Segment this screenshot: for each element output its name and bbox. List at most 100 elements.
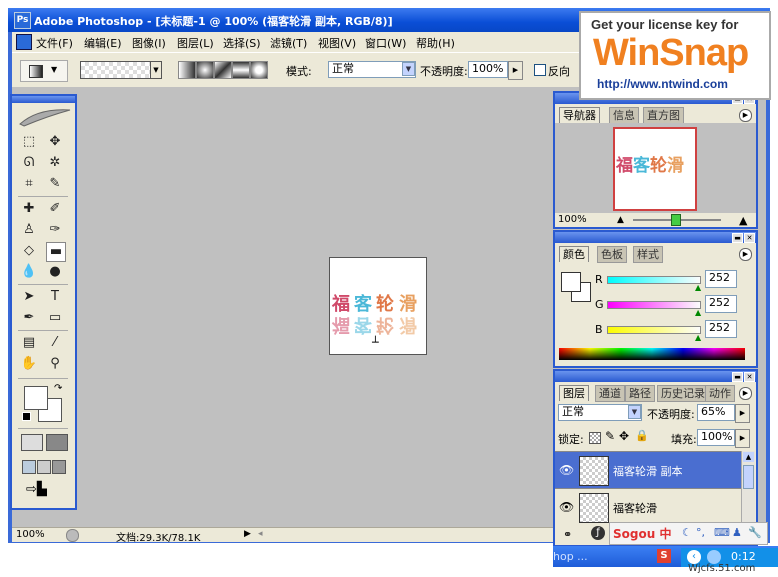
- brush-tool-icon[interactable]: ✐: [46, 200, 64, 218]
- slice-tool-icon[interactable]: ✎: [46, 175, 64, 193]
- layer-row[interactable]: 👁 福客轮滑 副本: [555, 451, 741, 488]
- tab-info[interactable]: 信息: [609, 107, 639, 124]
- wrench-icon[interactable]: 🔧: [748, 526, 762, 539]
- palette-menu-icon[interactable]: ▶: [739, 387, 752, 400]
- b-slider[interactable]: [607, 326, 701, 334]
- path-selection-tool-icon[interactable]: ➤: [20, 288, 38, 306]
- user-icon[interactable]: ♟: [732, 526, 742, 539]
- taskbar-item-photoshop[interactable]: hop ...: [553, 550, 588, 563]
- eye-icon[interactable]: 👁: [559, 463, 574, 477]
- opacity-field[interactable]: 100%: [468, 61, 508, 78]
- b-value-field[interactable]: 252: [705, 320, 737, 338]
- radial-gradient-button[interactable]: [196, 61, 214, 79]
- ime-toolbar[interactable]: Sogou 中 ☾ °, ⌨ ♟ 🔧: [609, 522, 768, 545]
- moon-icon[interactable]: ☾: [682, 526, 692, 539]
- screen-mode-standard-button[interactable]: [22, 460, 36, 474]
- menu-filter[interactable]: 滤镜(T): [270, 35, 307, 51]
- network-icon[interactable]: [707, 550, 721, 564]
- status-arrow-icon[interactable]: ▶: [244, 529, 251, 539]
- lock-transparency-icon[interactable]: [589, 432, 601, 444]
- tab-navigator[interactable]: 导航器: [559, 107, 600, 123]
- linear-gradient-button[interactable]: [178, 61, 196, 79]
- zoom-tool-icon[interactable]: ⚲: [46, 355, 64, 373]
- chevron-down-icon[interactable]: ▼: [402, 62, 415, 76]
- palette-menu-icon[interactable]: ▶: [739, 109, 752, 122]
- photoshop-menu-icon[interactable]: [16, 34, 32, 50]
- layers-scrollbar[interactable]: ▲: [741, 451, 755, 524]
- b-slider-handle[interactable]: ▲: [695, 333, 701, 342]
- tab-swatches[interactable]: 色板: [597, 246, 627, 263]
- r-slider-handle[interactable]: ▲: [695, 283, 701, 292]
- tab-histogram[interactable]: 直方图: [643, 107, 684, 124]
- notes-tool-icon[interactable]: ▤: [20, 334, 38, 352]
- tab-actions[interactable]: 动作: [705, 385, 735, 402]
- menu-image[interactable]: 图像(I): [132, 35, 166, 51]
- menu-window[interactable]: 窗口(W): [365, 35, 406, 51]
- tab-styles[interactable]: 样式: [633, 246, 663, 263]
- r-value-field[interactable]: 252: [705, 270, 737, 288]
- tab-channels[interactable]: 通道: [595, 385, 625, 402]
- menu-help[interactable]: 帮助(H): [416, 35, 455, 51]
- document-canvas[interactable]: 福 客 轮 滑 福 客 轮 滑 ┴: [329, 257, 427, 355]
- layer-opacity-arrow[interactable]: ▶: [735, 404, 750, 423]
- lock-pixels-icon[interactable]: ✎: [605, 429, 615, 443]
- reflected-gradient-button[interactable]: [232, 61, 250, 79]
- move-tool-icon[interactable]: ✥: [46, 133, 64, 151]
- type-tool-icon[interactable]: T: [46, 288, 64, 306]
- tab-history[interactable]: 历史记录: [657, 385, 709, 402]
- layer-opacity-field[interactable]: 65%: [697, 404, 735, 421]
- eyedropper-tool-icon[interactable]: ⁄: [46, 334, 64, 352]
- menu-select[interactable]: 选择(S): [223, 35, 261, 51]
- history-brush-tool-icon[interactable]: ✑: [46, 221, 64, 239]
- menu-edit[interactable]: 编辑(E): [84, 35, 122, 51]
- zoom-level[interactable]: 100%: [16, 529, 45, 540]
- pen-tool-icon[interactable]: ✒: [20, 309, 38, 327]
- tool-preset-picker[interactable]: ▼: [20, 60, 68, 82]
- keyboard-icon[interactable]: ⌨: [714, 526, 730, 539]
- g-slider[interactable]: [607, 301, 701, 309]
- zoom-out-icon[interactable]: ▲: [617, 215, 624, 225]
- palette-menu-icon[interactable]: ▶: [739, 248, 752, 261]
- layer-style-icon[interactable]: ƒ: [591, 526, 605, 540]
- scroll-left-icon[interactable]: ◂: [258, 529, 263, 539]
- sogou-tray-icon[interactable]: S: [657, 549, 671, 563]
- foreground-color-swatch[interactable]: [24, 386, 48, 410]
- tray-collapse-icon[interactable]: ‹: [687, 550, 701, 564]
- opacity-arrow-button[interactable]: ▶: [508, 61, 523, 80]
- eye-icon[interactable]: 👁: [559, 500, 574, 514]
- gradient-picker[interactable]: ▼: [80, 61, 162, 79]
- menu-view[interactable]: 视图(V): [318, 35, 356, 51]
- diamond-gradient-button[interactable]: [250, 61, 268, 79]
- scroll-up-icon[interactable]: ▲: [743, 452, 754, 462]
- tab-color[interactable]: 颜色: [559, 246, 589, 262]
- standard-mode-button[interactable]: [21, 434, 43, 451]
- clock[interactable]: 0:12: [731, 550, 756, 563]
- r-slider[interactable]: [607, 276, 701, 284]
- menu-layer[interactable]: 图层(L): [177, 35, 214, 51]
- close-icon[interactable]: ✕: [744, 233, 755, 243]
- jump-to-imageready-icon[interactable]: ⇨▙: [26, 482, 62, 498]
- hand-tool-icon[interactable]: ✋: [20, 355, 38, 373]
- eraser-tool-icon[interactable]: ◇: [20, 242, 38, 260]
- layer-row[interactable]: 👁 福客轮滑: [555, 488, 741, 525]
- g-value-field[interactable]: 252: [705, 295, 737, 313]
- lock-all-icon[interactable]: 🔒: [635, 429, 649, 442]
- healing-brush-tool-icon[interactable]: ✚: [20, 200, 38, 218]
- tab-paths[interactable]: 路径: [625, 385, 655, 402]
- zoom-slider-handle[interactable]: [671, 214, 681, 226]
- close-icon[interactable]: ✕: [744, 372, 755, 382]
- punctuation-icon[interactable]: °,: [696, 526, 705, 539]
- clone-stamp-tool-icon[interactable]: ♙: [20, 221, 38, 239]
- lasso-tool-icon[interactable]: ᘏ: [20, 154, 38, 172]
- fill-field[interactable]: 100%: [697, 429, 735, 446]
- screen-mode-full-menu-button[interactable]: [37, 460, 51, 474]
- blur-tool-icon[interactable]: 💧: [20, 263, 38, 281]
- zoom-in-icon[interactable]: ▲: [739, 214, 747, 227]
- color-foreground-swatch[interactable]: [561, 272, 581, 292]
- tab-layers[interactable]: 图层: [559, 385, 589, 401]
- minimize-icon[interactable]: ▬: [732, 372, 743, 382]
- minimize-icon[interactable]: ▬: [732, 233, 743, 243]
- crop-tool-icon[interactable]: ⌗: [20, 175, 38, 193]
- g-slider-handle[interactable]: ▲: [695, 308, 701, 317]
- screen-mode-full-button[interactable]: [52, 460, 66, 474]
